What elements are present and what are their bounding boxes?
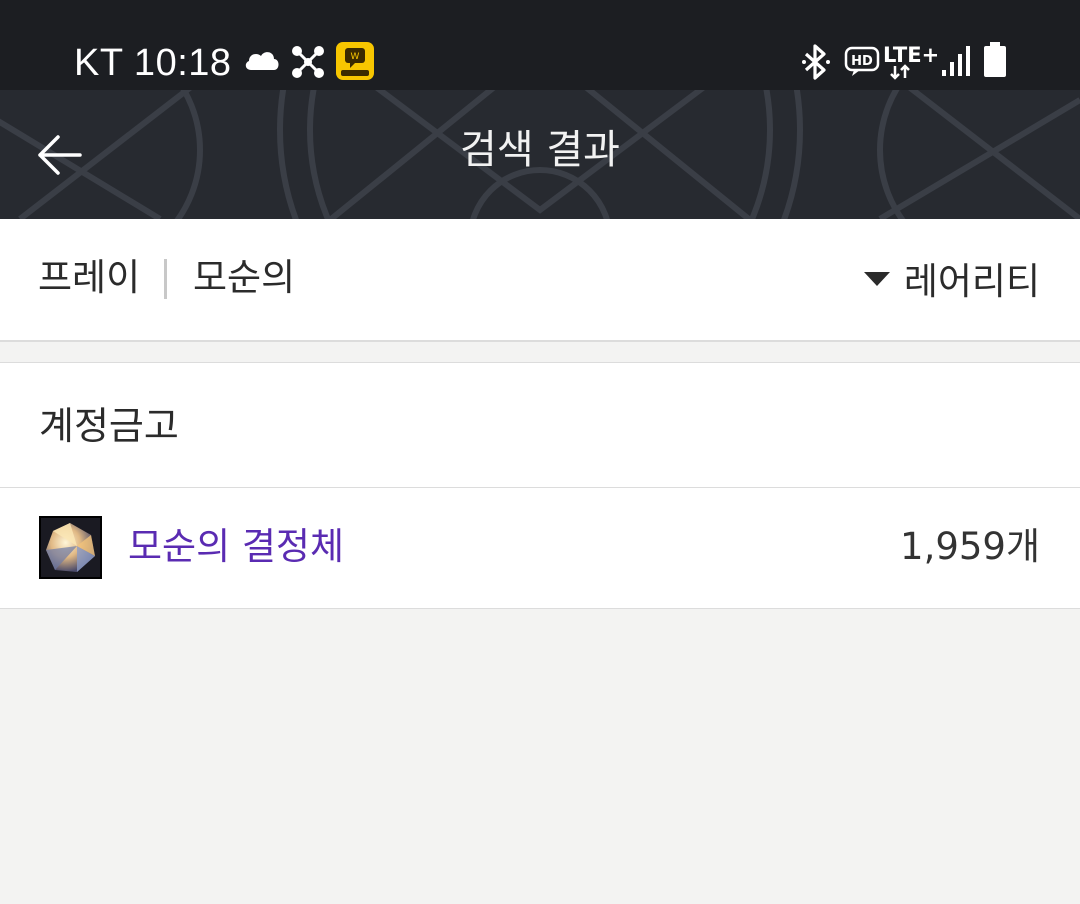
crystal-item-icon	[39, 516, 102, 579]
status-bar: KT 10:18 W HD LTE+	[0, 0, 1080, 90]
page-title: 검색 결과	[460, 127, 620, 173]
svg-text:W: W	[351, 52, 360, 62]
carrier-time: KT 10:18	[74, 42, 232, 84]
bluetooth-icon	[801, 44, 831, 84]
lte-plus-icon: LTE+	[883, 40, 939, 86]
filter-bar: 프레이 모순의 레어리티	[0, 219, 1080, 342]
item-count: 1,959개	[900, 525, 1040, 568]
filter-chip-2[interactable]: 모순의	[193, 253, 295, 303]
caret-down-icon	[863, 272, 890, 286]
lte-label: LTE+	[883, 43, 937, 67]
filter-chip-1[interactable]: 프레이	[38, 253, 140, 303]
empty-area	[0, 608, 1080, 904]
messenger-app-icon: W	[336, 42, 374, 84]
hd-label: HD	[851, 54, 873, 69]
result-row[interactable]: 모순의 결정체 1,959개	[0, 488, 1080, 608]
nodes-icon	[291, 45, 325, 83]
hd-voice-icon: HD	[844, 46, 880, 82]
signal-icon	[941, 44, 971, 82]
battery-icon	[983, 42, 1007, 82]
cloud-icon	[243, 48, 281, 76]
sort-dropdown[interactable]: 레어리티	[863, 253, 1040, 303]
filter-divider	[164, 259, 167, 299]
account-vault-section: 계정금고 모순의 결정체 1,959개	[0, 362, 1080, 609]
app-header: 검색 결과	[0, 90, 1080, 219]
section-title: 계정금고	[39, 404, 179, 448]
sort-label: 레어리티	[903, 260, 1040, 303]
item-name: 모순의 결정체	[128, 525, 345, 568]
